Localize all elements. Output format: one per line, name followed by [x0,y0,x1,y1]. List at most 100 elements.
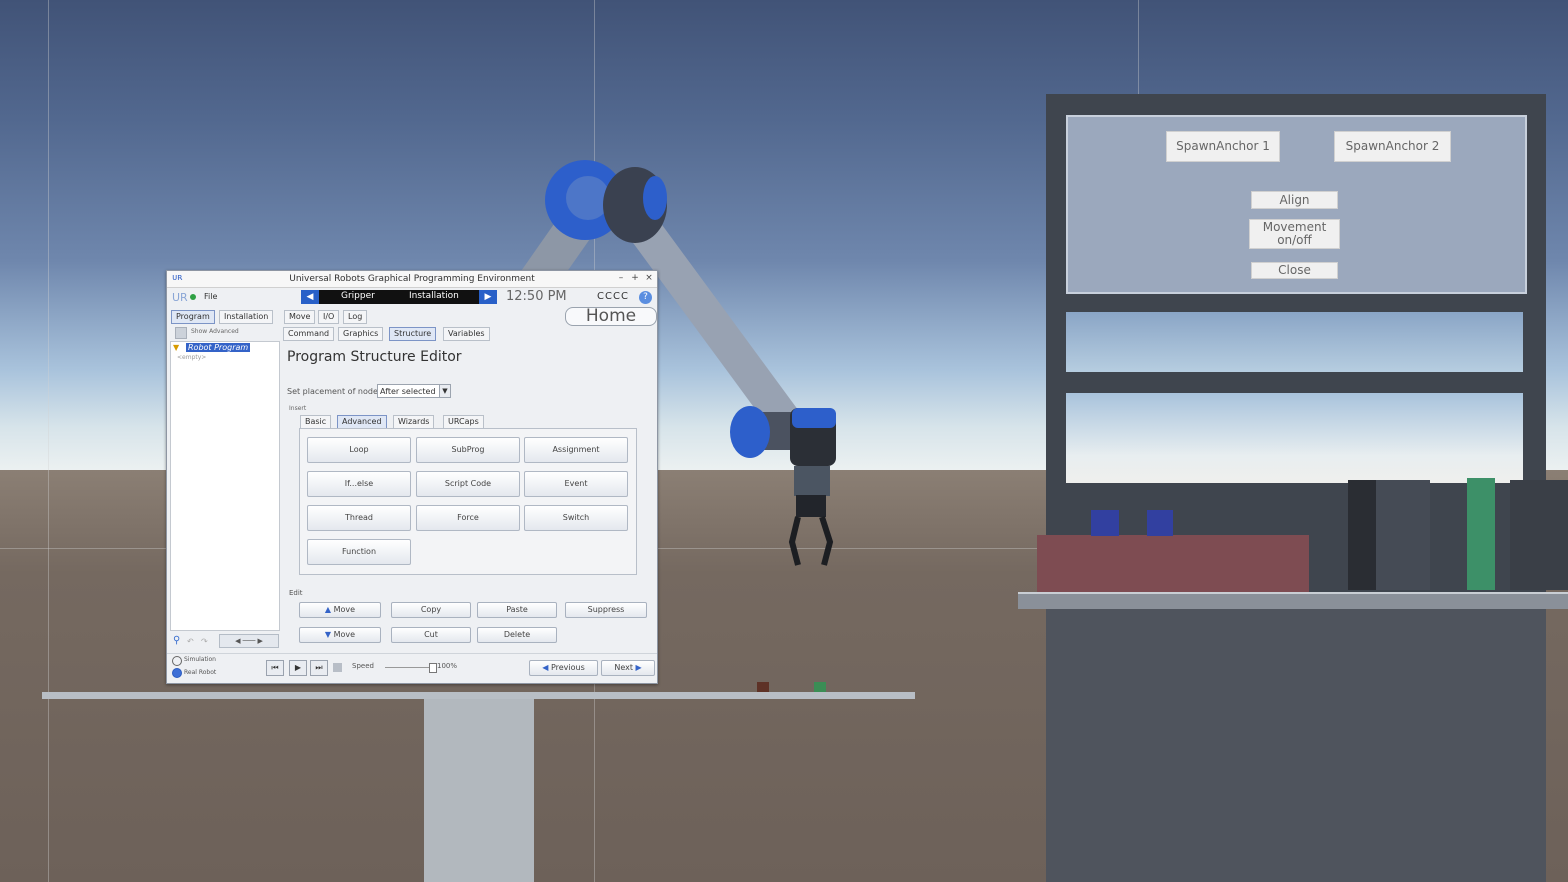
program-folder-icon: ▼ [173,343,180,352]
suppress-button[interactable]: Suppress [565,602,647,618]
maximize-icon[interactable]: + [630,273,640,283]
small-red-cube [757,682,769,692]
stop-icon[interactable] [333,663,342,672]
chevron-down-icon[interactable]: ▼ [439,384,451,398]
previous-button[interactable]: ◀ Previous [529,660,598,676]
home-button[interactable]: Home [565,307,657,326]
program-tree[interactable]: ▼ Robot Program <empty> [170,341,280,631]
arrow-down-icon: ▼ [324,630,334,639]
tree-node-empty[interactable]: <empty> [177,354,206,361]
speed-slider[interactable] [385,667,435,668]
green-block [1467,478,1495,590]
tab-io[interactable]: I/O [318,310,340,324]
status-dot-icon [190,294,196,300]
tab-move[interactable]: Move [284,310,316,324]
header-bar: UR File ◀ Gripper Installation ▶ 12:50 P… [167,288,657,308]
file-menu[interactable]: File [204,292,217,301]
red-container [1037,535,1309,592]
close-icon[interactable]: × [644,273,654,283]
edit-label: Edit [289,589,303,597]
loop-button[interactable]: Loop [307,437,411,463]
function-button[interactable]: Function [307,539,411,565]
move-down-button[interactable]: ▼ Move [299,627,381,643]
paste-button[interactable]: Paste [477,602,557,618]
dark-block [1376,480,1430,590]
tab-command[interactable]: Command [283,327,335,341]
tab-log[interactable]: Log [343,310,368,324]
tree-navigation[interactable]: ◀ ─── ▶ [219,634,279,648]
copy-button[interactable]: Copy [391,602,471,618]
real-robot-label: Real Robot [184,669,217,676]
dark-block [1510,480,1568,590]
movement-toggle-button[interactable]: Movement on/off [1249,219,1340,249]
cut-button[interactable]: Cut [391,627,471,643]
tab-wizards[interactable]: Wizards [393,415,435,429]
tab-program[interactable]: Program [171,310,215,324]
nav-right-arrow-icon[interactable]: ▶ [479,290,497,304]
movement-label-line2: on/off [1277,233,1312,247]
gripper-body [796,495,826,517]
next-label: Next [614,663,633,672]
thread-button[interactable]: Thread [307,505,411,531]
script-code-button[interactable]: Script Code [416,471,520,497]
step-icon[interactable]: ⏭ [310,660,328,676]
insert-label: Insert [289,405,307,412]
spawn-anchor-1-button[interactable]: SpawnAnchor 1 [1166,131,1280,162]
move-up-label: Move [333,605,356,614]
tab-advanced[interactable]: Advanced [337,415,387,429]
force-button[interactable]: Force [416,505,520,531]
shelf-cabinet [1046,607,1546,882]
navigation-strip: ◀ Gripper Installation ▶ [301,290,497,304]
show-advanced-label: Show Advanced [191,328,239,335]
blue-cube [1147,510,1173,536]
align-button[interactable]: Align [1251,191,1338,209]
simulation-label: Simulation [184,656,216,663]
tab-graphics[interactable]: Graphics [338,327,384,341]
nav-right-label[interactable]: Installation [409,291,459,301]
tree-node-robot-program[interactable]: Robot Program [186,343,251,352]
dark-block [1348,480,1376,590]
urg-window: Universal Robots Graphical Programming E… [166,270,658,684]
minimize-icon[interactable]: – [616,273,626,283]
event-button[interactable]: Event [524,471,628,497]
robot-flange [794,466,830,496]
simulation-radio[interactable] [172,656,182,666]
robot-wrist-2-band [792,408,836,428]
tab-variables[interactable]: Variables [443,327,490,341]
tab-installation[interactable]: Installation [219,310,274,324]
speed-label: Speed [352,662,374,670]
skip-back-icon[interactable]: ⏮ [266,660,284,676]
spawn-anchor-2-button[interactable]: SpawnAnchor 2 [1334,131,1451,162]
show-advanced-checkbox[interactable] [175,327,187,339]
redo-icon[interactable]: ↷ [201,637,208,646]
ur-logo: UR [172,291,188,304]
help-icon[interactable]: ? [639,291,652,304]
close-button[interactable]: Close [1251,262,1338,279]
window-title: Universal Robots Graphical Programming E… [167,271,657,288]
delete-button[interactable]: Delete [477,627,557,643]
move-down-label: Move [333,630,356,639]
switch-button[interactable]: Switch [524,505,628,531]
clock: 12:50 PM [506,289,567,304]
if-else-button[interactable]: If...else [307,471,411,497]
nav-left-label[interactable]: Gripper [341,291,375,301]
shelf-glass-middle [1066,312,1523,372]
tab-urcaps[interactable]: URCaps [443,415,484,429]
small-green-cube [814,682,826,692]
next-button[interactable]: Next ▶ [601,660,655,676]
shelf-glass-lower [1066,393,1523,483]
assignment-button[interactable]: Assignment [524,437,628,463]
nav-left-arrow-icon[interactable]: ◀ [301,290,319,304]
real-robot-radio[interactable] [172,668,182,678]
play-icon[interactable]: ▶ [289,660,307,676]
speed-value: 100% [437,662,458,670]
tab-basic[interactable]: Basic [300,415,332,429]
move-up-button[interactable]: ▲ Move [299,602,381,618]
speed-slider-handle[interactable] [429,663,437,673]
next-arrow-icon: ▶ [632,663,642,672]
subprog-button[interactable]: SubProg [416,437,520,463]
tab-structure[interactable]: Structure [389,327,437,341]
work-table-top [42,692,915,699]
undo-icon[interactable]: ↶ [187,637,194,646]
search-icon[interactable]: ⚲ [173,635,180,646]
